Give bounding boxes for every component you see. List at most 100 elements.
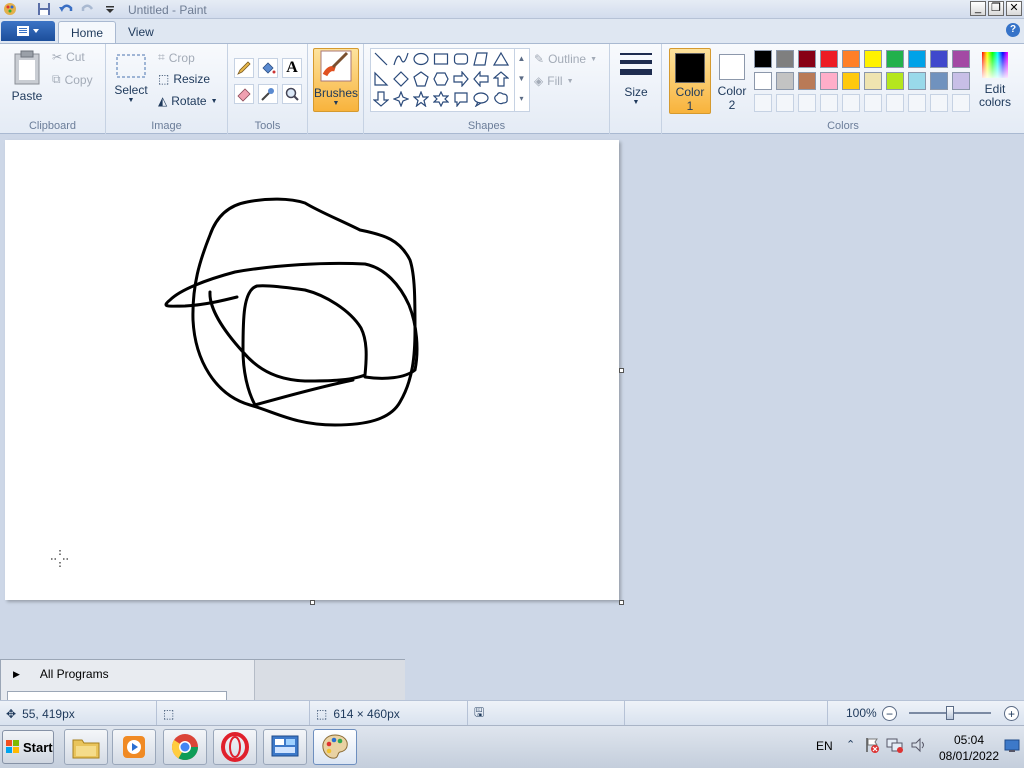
eraser-tool[interactable]	[234, 84, 254, 104]
color-picker-tool[interactable]	[258, 84, 278, 104]
taskbar-paint[interactable]	[313, 729, 357, 765]
zoom-out-button[interactable]: −	[882, 706, 897, 721]
curve-shape[interactable]	[392, 50, 410, 68]
undo-icon[interactable]	[58, 1, 74, 17]
resize-handle-bottom[interactable]	[310, 600, 315, 605]
action-center-icon[interactable]	[864, 736, 880, 757]
rotate-button[interactable]: ◭ Rotate ▼	[158, 94, 218, 108]
restore-button[interactable]: ❐	[988, 1, 1004, 16]
resize-handle-corner[interactable]	[619, 600, 624, 605]
redo-icon[interactable]	[80, 1, 96, 17]
palette-swatch[interactable]	[754, 50, 772, 68]
right-triangle-shape[interactable]	[372, 70, 390, 88]
cut-button[interactable]: ✂ Cut	[52, 50, 85, 64]
rectangle-shape[interactable]	[432, 50, 450, 68]
paint-app-icon[interactable]	[2, 1, 18, 17]
system-clock[interactable]: 05:04 08/01/2022	[938, 732, 1000, 764]
palette-swatch[interactable]	[952, 72, 970, 90]
palette-swatch[interactable]	[776, 50, 794, 68]
palette-swatch[interactable]	[864, 72, 882, 90]
palette-swatch[interactable]	[930, 72, 948, 90]
diamond-shape[interactable]	[392, 70, 410, 88]
volume-icon[interactable]	[910, 737, 928, 756]
palette-swatch[interactable]	[754, 72, 772, 90]
zoom-in-button[interactable]: +	[1004, 706, 1019, 721]
custom-color-slot[interactable]	[754, 94, 772, 112]
palette-swatch[interactable]	[952, 50, 970, 68]
up-arrow-shape[interactable]	[492, 70, 510, 88]
left-arrow-shape[interactable]	[472, 70, 490, 88]
palette-swatch[interactable]	[842, 72, 860, 90]
palette-swatch[interactable]	[886, 72, 904, 90]
six-point-star-shape[interactable]	[432, 90, 450, 108]
language-indicator[interactable]: EN	[816, 739, 833, 753]
save-icon[interactable]	[36, 1, 52, 17]
five-point-star-shape[interactable]	[412, 90, 430, 108]
close-button[interactable]: ✕	[1006, 1, 1022, 16]
magnifier-tool[interactable]	[282, 84, 302, 104]
custom-color-slot[interactable]	[930, 94, 948, 112]
copy-button[interactable]: ⧉ Copy	[52, 72, 93, 87]
taskbar-chrome[interactable]	[163, 729, 207, 765]
start-button[interactable]: Start	[2, 730, 54, 764]
four-point-star-shape[interactable]	[392, 90, 410, 108]
zoom-slider-thumb[interactable]	[946, 706, 954, 720]
palette-swatch[interactable]	[798, 72, 816, 90]
down-arrow-shape[interactable]	[372, 90, 390, 108]
paint-menu-button[interactable]	[1, 21, 55, 41]
pentagon-shape[interactable]	[412, 70, 430, 88]
all-programs-item[interactable]: ▶ All Programs	[1, 660, 254, 688]
taskbar-explorer[interactable]	[64, 729, 108, 765]
palette-swatch[interactable]	[864, 50, 882, 68]
taskbar-opera[interactable]	[213, 729, 257, 765]
custom-color-slot[interactable]	[820, 94, 838, 112]
resize-handle-right[interactable]	[619, 368, 624, 373]
color2-button[interactable]: Color 2	[712, 48, 752, 114]
palette-swatch[interactable]	[930, 50, 948, 68]
crop-button[interactable]: ⌗ Crop	[158, 50, 195, 65]
custom-color-slot[interactable]	[886, 94, 904, 112]
palette-swatch[interactable]	[820, 50, 838, 68]
pencil-tool[interactable]	[234, 58, 254, 78]
fill-button[interactable]: ◈ Fill ▼	[534, 74, 574, 88]
minimize-button[interactable]: _	[970, 1, 986, 16]
palette-swatch[interactable]	[798, 50, 816, 68]
palette-swatch[interactable]	[776, 72, 794, 90]
palette-swatch[interactable]	[820, 72, 838, 90]
resize-button[interactable]: ⬚ Resize	[158, 72, 210, 86]
network-icon[interactable]	[886, 737, 904, 756]
select-button[interactable]: Select ▼	[114, 52, 148, 104]
right-arrow-shape[interactable]	[452, 70, 470, 88]
custom-color-slot[interactable]	[952, 94, 970, 112]
line-shape[interactable]	[372, 50, 390, 68]
cloud-callout-shape[interactable]	[492, 90, 510, 108]
taskbar-control-panel[interactable]	[263, 729, 307, 765]
outline-button[interactable]: ✎ Outline ▼	[534, 52, 597, 66]
shapes-scroll[interactable]: ▲ ▼ ▾	[514, 49, 528, 111]
tab-home[interactable]: Home	[58, 21, 117, 43]
palette-swatch[interactable]	[886, 50, 904, 68]
palette-swatch[interactable]	[842, 50, 860, 68]
customize-qat-icon[interactable]	[102, 1, 118, 17]
edit-colors-button[interactable]: Edit colors	[975, 50, 1015, 109]
custom-color-slot[interactable]	[842, 94, 860, 112]
fill-tool[interactable]	[258, 58, 278, 78]
color1-button[interactable]: Color 1	[669, 48, 711, 114]
size-button[interactable]: Size ▼	[618, 50, 654, 106]
polygon-shape[interactable]	[472, 50, 490, 68]
custom-color-slot[interactable]	[908, 94, 926, 112]
show-hidden-icons-icon[interactable]: ⌃	[846, 738, 855, 751]
custom-color-slot[interactable]	[798, 94, 816, 112]
show-desktop-button[interactable]	[1004, 739, 1020, 756]
hexagon-shape[interactable]	[432, 70, 450, 88]
oval-callout-shape[interactable]	[472, 90, 490, 108]
triangle-shape[interactable]	[492, 50, 510, 68]
custom-color-slot[interactable]	[864, 94, 882, 112]
drawing-canvas[interactable]	[5, 140, 619, 600]
palette-swatch[interactable]	[908, 50, 926, 68]
rounded-rectangle-shape[interactable]	[452, 50, 470, 68]
text-tool[interactable]: A	[282, 58, 302, 78]
rounded-callout-shape[interactable]	[452, 90, 470, 108]
taskbar-media-player[interactable]	[112, 729, 156, 765]
brushes-button[interactable]: Brushes ▼	[313, 48, 359, 112]
